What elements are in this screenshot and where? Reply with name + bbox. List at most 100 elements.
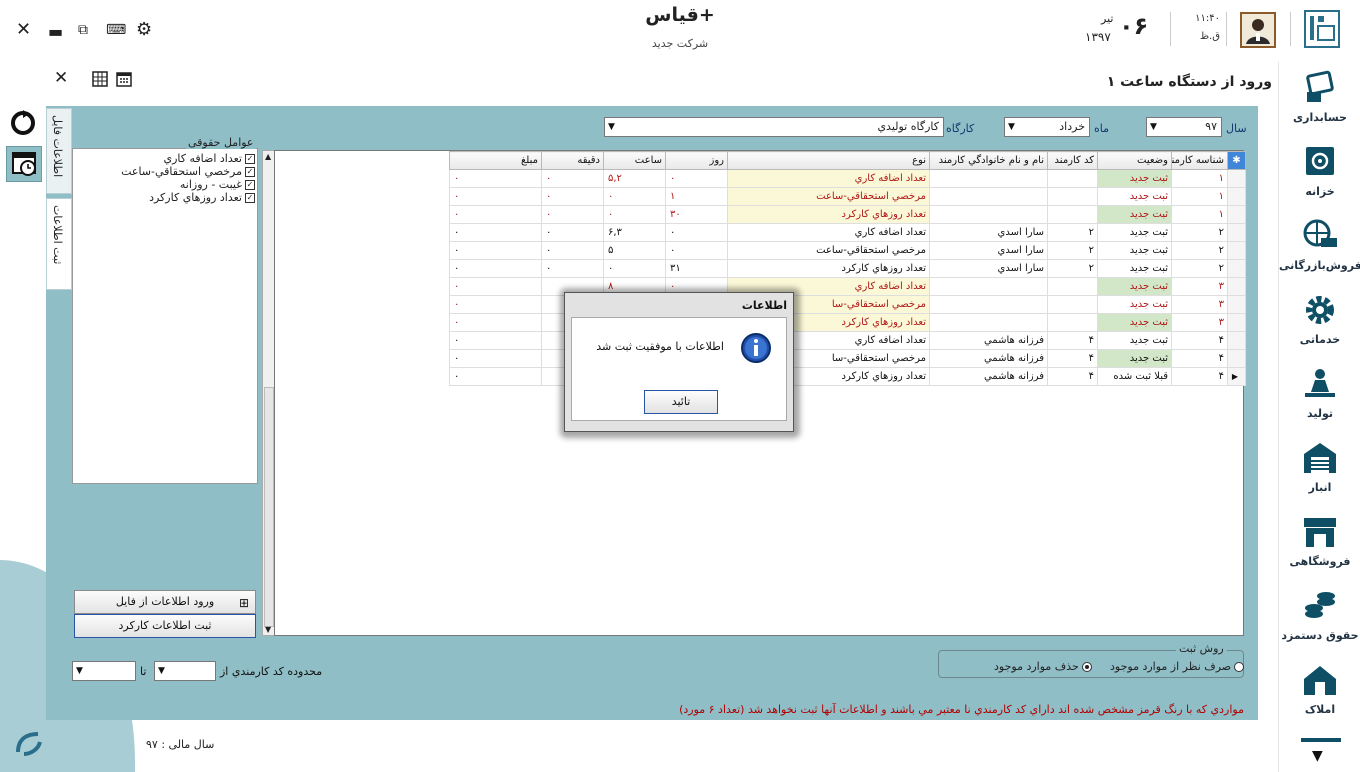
safe-icon	[1306, 147, 1334, 175]
sidebar-item-accounting[interactable]: حسابداری	[1279, 66, 1360, 138]
cell-day: ۰	[665, 169, 728, 188]
row-selector[interactable]	[1227, 313, 1246, 332]
checkbox-checked-icon[interactable]: ✓	[245, 167, 255, 177]
settings-gear-icon[interactable]: ⚙	[136, 18, 152, 42]
cell-minute: ۰	[541, 241, 604, 260]
table-row[interactable]: ۱ ثبت جديد تعداد اضافه كاري ۰ ۵,۲ ۰ ۰	[449, 169, 1246, 188]
sidebar-item-real-estate[interactable]: املاک	[1279, 658, 1360, 730]
sidebar-scroll-down-icon[interactable]: ▼	[1312, 748, 1323, 764]
row-selector[interactable]	[1227, 205, 1246, 224]
range-to-select[interactable]: ▼	[72, 661, 136, 681]
cell-amount: ۰	[449, 241, 542, 260]
row-selector[interactable]	[1227, 223, 1246, 242]
radio-on-icon[interactable]	[1081, 662, 1092, 672]
cell-id: ۴	[1171, 367, 1228, 386]
save-worktime-button[interactable]: ثبت اطلاعات کارکرد	[74, 614, 256, 638]
workshop-select[interactable]: ▼ كارگاه توليدي	[604, 117, 944, 137]
col-employee-name[interactable]: نام و نام خانوادگي كارمند	[929, 151, 1048, 170]
refresh-icon[interactable]	[8, 108, 38, 138]
scroll-up-icon[interactable]: ▲	[265, 152, 271, 161]
restore-icon[interactable]: ⧉	[78, 18, 88, 42]
checkbox-checked-icon[interactable]: ✓	[245, 180, 255, 190]
row-selector[interactable]	[1227, 169, 1246, 188]
sidebar-item-warehouse[interactable]: انبار	[1279, 436, 1360, 508]
range-to-label: تا	[140, 665, 147, 678]
store-icon	[1304, 518, 1336, 547]
row-selector[interactable]: ▶	[1227, 367, 1246, 386]
footer-logo-icon	[16, 732, 42, 756]
row-selector[interactable]	[1227, 277, 1246, 296]
year-select[interactable]: ▼ ۹۷	[1146, 117, 1222, 137]
calendar-icon[interactable]	[116, 71, 132, 87]
table-row[interactable]: ۲ ثبت جديد ۲ سارا اسدي تعداد روزهاي كاركرد ۳۱…	[449, 259, 1246, 278]
row-selector[interactable]	[1227, 349, 1246, 368]
radio-ignore-existing[interactable]: صرف نظر از موارد موجود	[1110, 660, 1245, 673]
col-day[interactable]: روز	[665, 151, 728, 170]
time-ampm: ق.ظ	[1199, 31, 1220, 42]
row-selector[interactable]	[1227, 241, 1246, 260]
table-row[interactable]: ۲ ثبت جديد ۲ سارا اسدي مرخصي استحقاقي-ساعت ۰ ۵…	[449, 241, 1246, 260]
cell-status: قبلا ثبت شده	[1097, 367, 1172, 386]
scroll-thumb[interactable]	[264, 387, 274, 627]
select-all-icon[interactable]: ✱	[1227, 151, 1246, 170]
cell-amount: ۰	[449, 367, 542, 386]
col-type[interactable]: نوع	[727, 151, 930, 170]
scroll-down-icon[interactable]: ▼	[265, 625, 271, 634]
factor-checkbox[interactable]: تعداد روزهاي كاركرد ✓	[149, 191, 255, 205]
minimize-icon[interactable]: ▬	[48, 20, 63, 44]
radio-delete-existing[interactable]: حذف موارد موجود	[994, 660, 1092, 673]
sidebar-item-store[interactable]: فروشگاهی	[1279, 510, 1360, 582]
col-amount[interactable]: مبلغ	[449, 151, 542, 170]
cell-amount: ۰	[449, 169, 542, 188]
sidebar-item-services[interactable]: خدماتی	[1279, 288, 1360, 360]
sidebar-item-commercial-sales[interactable]: فروش‌بازرگانی	[1279, 214, 1360, 286]
col-employee-id[interactable]: شناسه كارمند	[1171, 151, 1228, 170]
keyboard-icon[interactable]: ⌨	[106, 18, 126, 42]
factor-checkbox[interactable]: غيبت - روزانه ✓	[180, 178, 255, 192]
checkbox-checked-icon[interactable]: ✓	[245, 154, 255, 164]
import-from-file-button[interactable]: ورود اطلاعات از فایل ⊞	[74, 590, 256, 614]
cell-amount: ۰	[449, 349, 542, 368]
tab-file-info[interactable]: اطلاعات فایل	[46, 108, 72, 194]
sidebar-item-label: فروش‌بازرگانی	[1279, 259, 1360, 272]
dialog-ok-button[interactable]: تائيد	[644, 390, 718, 414]
calculator-icon[interactable]	[92, 71, 108, 87]
range-from-select[interactable]: ▼	[154, 661, 216, 681]
user-avatar[interactable]	[1240, 12, 1276, 48]
cell-day: ۳۱	[665, 259, 728, 278]
radio-off-icon[interactable]	[1234, 662, 1245, 672]
checkbox-checked-icon[interactable]: ✓	[245, 193, 255, 203]
sidebar-item-payroll[interactable]: حقوق دستمزد	[1279, 584, 1360, 656]
cell-hour: ۰	[603, 205, 666, 224]
col-employee-code[interactable]: كد كارمند	[1047, 151, 1098, 170]
tab-register[interactable]: ثبت اطلاعات	[46, 198, 72, 290]
form-close-icon[interactable]: ✕	[54, 68, 68, 88]
sidebar-item-production[interactable]: تولید	[1279, 362, 1360, 434]
factor-checkbox[interactable]: تعداد اضافه كاري ✓	[163, 152, 255, 166]
cell-hour: ۰	[603, 259, 666, 278]
row-selector[interactable]	[1227, 331, 1246, 350]
row-selector[interactable]	[1227, 295, 1246, 314]
table-row[interactable]: ۱ ثبت جديد تعداد روزهاي كاركرد ۳۰ ۰ ۰ ۰	[449, 205, 1246, 224]
sidebar-item-treasury[interactable]: خزانه	[1279, 140, 1360, 212]
table-row[interactable]: ۱ ثبت جديد مرخصي استحقاقي-ساعت ۱ ۰ ۰ ۰	[449, 187, 1246, 206]
col-status[interactable]: وضعيت	[1097, 151, 1172, 170]
cell-name	[929, 295, 1048, 314]
month-select[interactable]: ▼ خرداد	[1004, 117, 1090, 137]
col-hour[interactable]: ساعت	[603, 151, 666, 170]
close-icon[interactable]: ✕	[16, 18, 31, 42]
header-divider	[1226, 12, 1227, 46]
cell-hour: ۰	[603, 187, 666, 206]
cell-status: ثبت جديد	[1097, 205, 1172, 224]
cell-status: ثبت جديد	[1097, 313, 1172, 332]
factor-checkbox[interactable]: مرخصي استحقاقي-ساعت ✓	[121, 165, 255, 179]
dialog-body: اطلاعات با موفقيت ثبت شد تائيد	[571, 317, 787, 421]
cell-amount: ۰	[449, 277, 542, 296]
worktime-tool[interactable]	[6, 146, 42, 182]
row-selector[interactable]	[1227, 187, 1246, 206]
table-row[interactable]: ۲ ثبت جديد ۲ سارا اسدي تعداد اضافه كاري ۰ ۶,۳ ۰…	[449, 223, 1246, 242]
row-selector[interactable]	[1227, 259, 1246, 278]
col-minute[interactable]: دقيقه	[541, 151, 604, 170]
workshop-label: کارگاه	[946, 122, 975, 135]
sidebar-item-label: حسابداری	[1293, 111, 1347, 124]
